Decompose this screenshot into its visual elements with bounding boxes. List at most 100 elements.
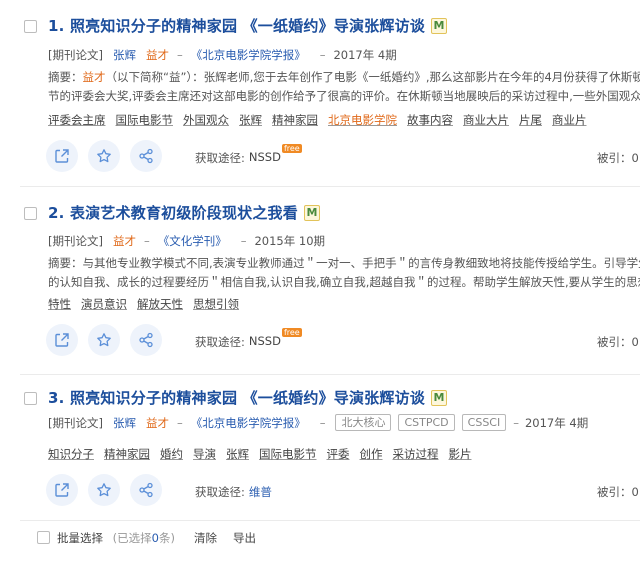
abstract-text-line2: 节的评委会大奖,评委会主席还对这部电影的创作给予了很高的评价。在休斯顿当地展映后… xyxy=(48,89,640,103)
result-meta: [期刊论文] 张辉 益才 – 《北京电影学院学报》 – 北大核心 CSTPCD … xyxy=(48,414,589,431)
share-icon xyxy=(139,482,153,498)
share-button[interactable] xyxy=(130,474,162,506)
abstract-highlight: 益才 xyxy=(82,70,106,84)
share-button[interactable] xyxy=(130,140,162,172)
source-info: 获取途径: 维普 xyxy=(195,484,272,500)
open-link-button[interactable] xyxy=(46,140,78,172)
keyword-link[interactable]: 特性 xyxy=(48,296,71,312)
paper-type: [期刊论文] xyxy=(48,48,103,62)
result-title-row: 1. 照亮知识分子的精神家园 《一纸婚约》导演张辉访谈 M xyxy=(48,15,447,36)
m-badge-icon[interactable]: M xyxy=(430,17,447,34)
result-meta: [期刊论文] 益才 – 《文化学刊》 – 2015年 10期 xyxy=(48,233,326,249)
result-checkbox[interactable] xyxy=(24,207,37,220)
result-checkbox[interactable] xyxy=(24,20,37,33)
paper-type: [期刊论文] xyxy=(48,415,103,430)
keyword-link[interactable]: 评委 xyxy=(327,446,350,462)
star-icon xyxy=(97,483,111,497)
abstract-label: 摘要： xyxy=(48,70,83,84)
paper-type: [期刊论文] xyxy=(48,234,103,248)
batch-select-label[interactable]: 批量选择 (已选择0条) xyxy=(57,530,175,546)
result-title[interactable]: 1. 照亮知识分子的精神家园 《一纸婚约》导演张辉访谈 xyxy=(48,15,425,36)
result-title-row: 3. 照亮知识分子的精神家园 《一纸婚约》导演张辉访谈 M xyxy=(48,387,447,408)
abstract-label: 摘要： xyxy=(48,256,83,270)
source-label: 获取途径: xyxy=(195,335,245,349)
result-checkbox[interactable] xyxy=(24,392,37,405)
abstract-text-line1: （以下简称“益”）：张辉老师,您于去年创作了电影《一纸婚约》,那么这部影片在今年… xyxy=(105,70,640,84)
clear-button[interactable]: 清除 xyxy=(194,530,217,546)
keyword-list: 特性 演员意识 解放天性 思想引领 xyxy=(48,296,249,312)
keyword-link[interactable]: 创作 xyxy=(360,446,383,462)
favorite-button[interactable] xyxy=(88,474,120,506)
keyword-link[interactable]: 精神家园 xyxy=(104,446,150,462)
keyword-link[interactable]: 知识分子 xyxy=(48,446,94,462)
result-title[interactable]: 3. 照亮知识分子的精神家园 《一纸婚约》导演张辉访谈 xyxy=(48,387,425,408)
keyword-link[interactable]: 婚约 xyxy=(160,446,183,462)
favorite-button[interactable] xyxy=(88,324,120,356)
author-link-highlighted[interactable]: 益才 xyxy=(146,47,169,63)
open-link-button[interactable] xyxy=(46,474,78,506)
cited-count: 被引：0 xyxy=(597,335,639,349)
index-badge: CSTPCD xyxy=(398,414,455,431)
selected-prefix: (已选择 xyxy=(112,531,152,545)
journal-link[interactable]: 《北京电影学院学报》 xyxy=(191,47,306,63)
abstract: 摘要：与其他专业教学模式不同,表演专业教师通过＂一对一、手把手＂的言传身教细致地… xyxy=(48,254,640,292)
keyword-link[interactable]: 精神家园 xyxy=(272,112,318,128)
batch-select-text: 批量选择 xyxy=(57,531,103,545)
open-link-button[interactable] xyxy=(46,324,78,356)
keyword-link[interactable]: 思想引领 xyxy=(193,296,239,312)
author-link-highlighted[interactable]: 益才 xyxy=(146,415,169,431)
keyword-link-highlighted[interactable]: 北京电影学院 xyxy=(328,112,397,128)
divider xyxy=(20,374,640,375)
keyword-link[interactable]: 采访过程 xyxy=(393,446,439,462)
keyword-link[interactable]: 商业大片 xyxy=(463,112,509,128)
keyword-link[interactable]: 国际电影节 xyxy=(116,112,174,128)
source-link[interactable]: 维普 xyxy=(249,484,272,500)
m-badge-icon[interactable]: M xyxy=(430,389,447,406)
keyword-link[interactable]: 商业片 xyxy=(552,112,587,128)
result-meta: [期刊论文] 张辉 益才 – 《北京电影学院学报》 – 2017年 4期 xyxy=(48,47,397,63)
select-all-checkbox[interactable] xyxy=(37,531,50,544)
source-label: 获取途径: xyxy=(195,485,245,499)
author-link-highlighted[interactable]: 益才 xyxy=(113,233,136,249)
selected-suffix: 条) xyxy=(158,531,175,545)
keyword-link[interactable]: 影片 xyxy=(449,446,472,462)
journal-link[interactable]: 《北京电影学院学报》 xyxy=(191,415,306,431)
source-info: 获取途径: NSSD free xyxy=(195,144,302,166)
keyword-link[interactable]: 张辉 xyxy=(226,446,249,462)
author-link[interactable]: 张辉 xyxy=(113,47,136,63)
index-badge: CSSCI xyxy=(461,414,507,431)
result-title-row: 2. 表演艺术教育初级阶段现状之我看 M xyxy=(48,202,320,223)
result-title[interactable]: 2. 表演艺术教育初级阶段现状之我看 xyxy=(48,202,298,223)
publication-year: 2017年 4期 xyxy=(333,48,397,62)
keyword-link[interactable]: 故事内容 xyxy=(407,112,453,128)
journal-link[interactable]: 《文化学刊》 xyxy=(158,233,227,249)
export-button[interactable]: 导出 xyxy=(233,530,256,546)
m-badge-icon[interactable]: M xyxy=(303,204,320,221)
free-tag: free xyxy=(281,328,302,337)
keyword-link[interactable]: 解放天性 xyxy=(137,296,183,312)
keyword-list: 知识分子 精神家园 婚约 导演 张辉 国际电影节 评委 创作 采访过程 影片 xyxy=(48,446,482,462)
selected-count: 0 xyxy=(151,531,159,545)
free-tag: free xyxy=(281,144,302,153)
author-link[interactable]: 张辉 xyxy=(113,415,136,431)
source-link[interactable]: NSSD xyxy=(249,334,281,348)
favorite-button[interactable] xyxy=(88,140,120,172)
keyword-link[interactable]: 张辉 xyxy=(239,112,262,128)
keyword-link[interactable]: 演员意识 xyxy=(81,296,127,312)
keyword-link[interactable]: 外国观众 xyxy=(183,112,229,128)
keyword-list: 评委会主席 国际电影节 外国观众 张辉 精神家园 北京电影学院 故事内容 商业大… xyxy=(48,112,597,128)
share-icon xyxy=(139,332,153,348)
action-buttons xyxy=(46,324,172,356)
share-button[interactable] xyxy=(130,324,162,356)
open-link-icon xyxy=(55,149,69,163)
keyword-link[interactable]: 评委会主席 xyxy=(48,112,106,128)
action-buttons xyxy=(46,474,172,506)
keyword-link[interactable]: 国际电影节 xyxy=(259,446,317,462)
result-item-2: 2. 表演艺术教育初级阶段现状之我看 M [期刊论文] 益才 – 《文化学刊》 … xyxy=(0,190,640,370)
keyword-link[interactable]: 片尾 xyxy=(519,112,542,128)
source-link[interactable]: NSSD xyxy=(249,150,281,164)
source-label: 获取途径: xyxy=(195,151,245,165)
keyword-link[interactable]: 导演 xyxy=(193,446,216,462)
divider xyxy=(20,186,640,187)
batch-toolbar: 批量选择 (已选择0条) 清除 导出 xyxy=(0,520,640,569)
